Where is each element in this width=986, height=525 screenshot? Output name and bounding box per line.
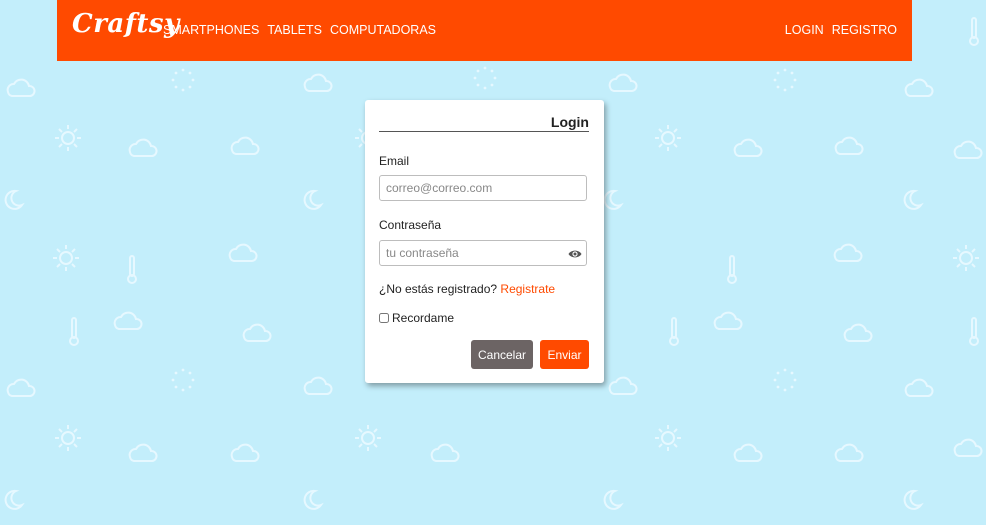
submit-button[interactable]: Enviar	[540, 340, 589, 369]
nav-account: LOGIN REGISTRO	[785, 23, 897, 37]
register-prompt-text: ¿No estás registrado?	[379, 282, 498, 296]
register-link[interactable]: Registrate	[500, 282, 555, 296]
login-title: Login	[379, 114, 589, 132]
nav-link-computadoras[interactable]: COMPUTADORAS	[330, 23, 436, 37]
nav-link-smartphones[interactable]: SMARTPHONES	[163, 23, 259, 37]
cancel-button[interactable]: Cancelar	[471, 340, 533, 369]
login-card: Login Email Contraseña ¿No estás registr…	[365, 100, 604, 383]
password-label: Contraseña	[379, 218, 442, 232]
register-prompt: ¿No estás registrado? Registrate	[379, 282, 555, 296]
eye-icon[interactable]	[568, 248, 582, 260]
remember-label: Recordame	[392, 311, 455, 325]
email-input[interactable]	[379, 175, 587, 201]
top-navbar: Craftsy SMARTPHONES TABLETS COMPUTADORAS…	[57, 0, 912, 61]
nav-link-tablets[interactable]: TABLETS	[267, 23, 322, 37]
email-label: Email	[379, 154, 410, 168]
password-input[interactable]	[379, 240, 587, 266]
nav-link-registro[interactable]: REGISTRO	[832, 23, 897, 37]
nav-categories: SMARTPHONES TABLETS COMPUTADORAS	[163, 23, 436, 37]
nav-link-login[interactable]: LOGIN	[785, 23, 824, 37]
remember-me[interactable]: Recordame	[379, 311, 454, 325]
remember-checkbox[interactable]	[379, 313, 389, 323]
